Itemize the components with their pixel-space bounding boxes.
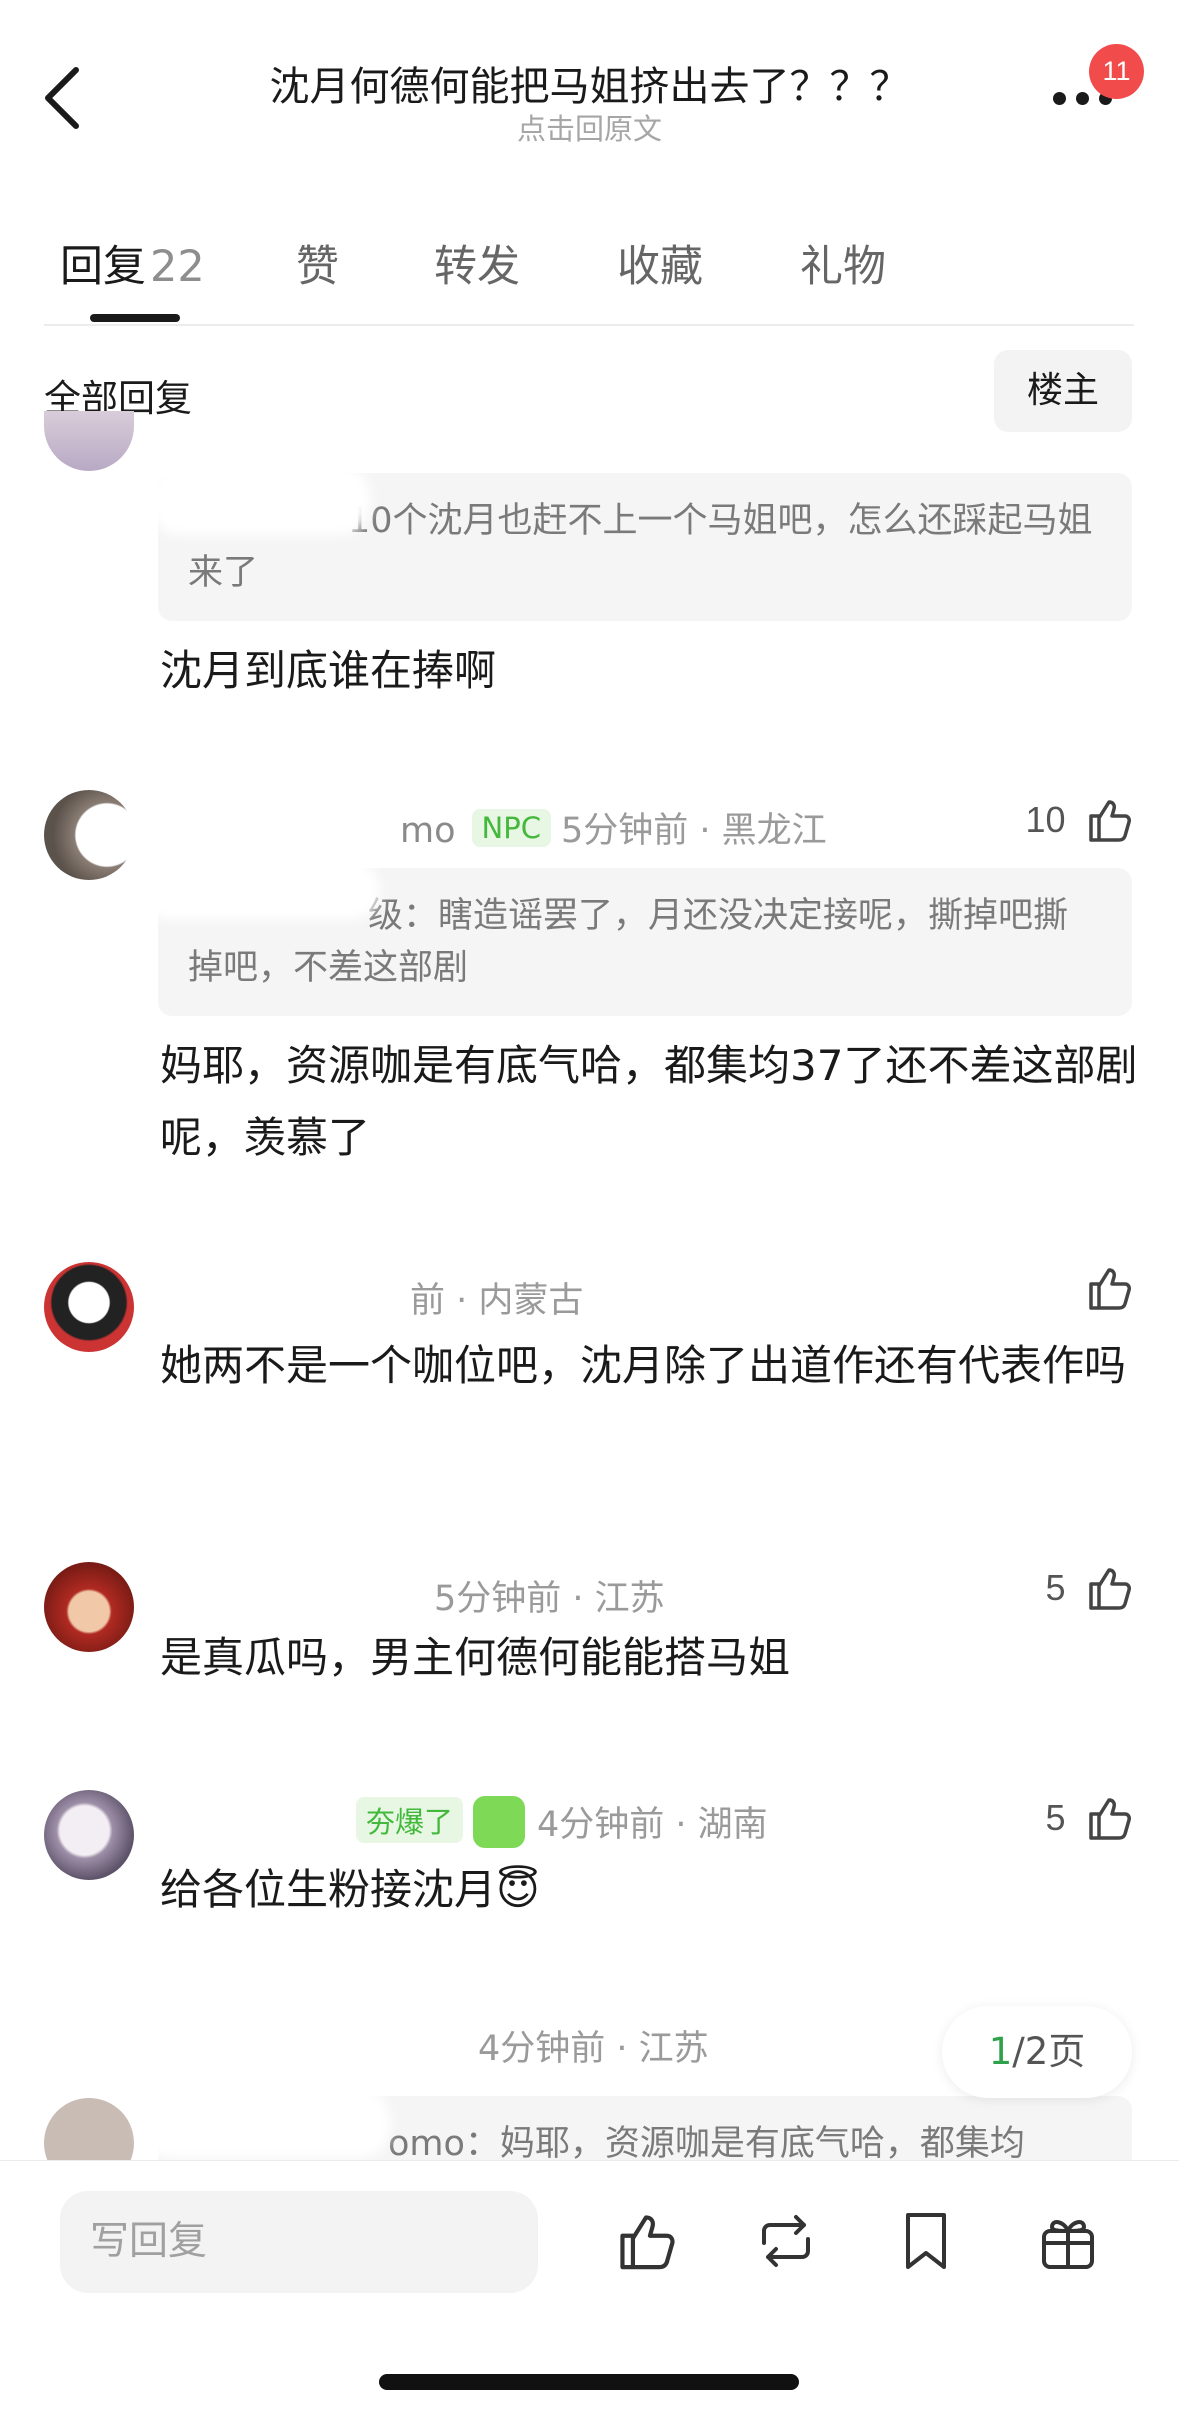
time-location: 4分钟前 · 湖南 [537,1805,768,1845]
total-pages: /2页 [1012,2030,1086,2073]
avatar[interactable] [44,790,134,880]
divider [44,324,1134,326]
back-to-original-link[interactable]: 点击回原文 [0,106,1179,148]
thumbs-up-icon [620,2215,675,2270]
comment-text: 沈月到底谁在捧啊 [160,646,497,695]
reply-count: 22 [150,242,205,292]
notification-badge: 11 [1089,44,1144,99]
like-count: 5 [1045,1567,1066,1608]
like-button[interactable] [1083,1262,1135,1318]
time-location: 前 · 内蒙古 [410,1281,584,1321]
user-tag: 夯爆了 [356,1797,464,1843]
privacy-blur [140,860,380,920]
more-dot-icon [1053,92,1066,105]
thumbs-up-icon [1089,800,1131,842]
avatar[interactable] [44,1262,134,1352]
more-dot-icon [1076,92,1089,105]
time-location: 5分钟前 · 江苏 [434,1579,665,1619]
tab-favorites[interactable]: 收藏 [617,232,703,294]
comment-item: 10个沈月也赶不上一个马姐吧，怎么还踩起马姐来了 沈月到底谁在捧啊 [0,411,1179,725]
privacy-blur [140,2088,390,2158]
header: 沈月何德何能把马姐挤出去了？？？ 点击回原文 11 [0,0,1179,160]
comment-meta: 前 · 内蒙古 [410,1272,583,1323]
home-indicator [379,2374,799,2390]
comment-meta: 5分钟前 · 江苏 [434,1570,665,1621]
comment-meta: mo NPC 5分钟前 · 黑龙江 [400,802,827,853]
comment-text: 是真瓜吗，男主何德何能能搭马姐 [160,1633,791,1682]
like-button[interactable]: 10 [1026,794,1136,850]
tab-bar: 回复22 赞 转发 收藏 礼物 [0,222,1179,322]
comment-text: 妈耶，资源咖是有底气哈，都集均37了还不差这部剧呢，羡慕了 [160,1041,1138,1162]
avatar[interactable] [44,411,134,471]
gift-button[interactable] [1034,2207,1102,2275]
thumbs-up-icon [1089,1568,1131,1610]
avatar[interactable] [44,1562,134,1652]
comment-item: 夯爆了 4分钟前 · 湖南 5 给各位生粉接沈月😇 [0,1790,1179,1960]
username[interactable]: mo [400,811,456,851]
tab-likes[interactable]: 赞 [296,232,339,294]
comment-text: 给各位生粉接沈月😇 [160,1865,540,1914]
comment-item: mo NPC 5分钟前 · 黑龙江 10 级：瞎造谣罢了，月还没决定接呢，撕掉吧撕掉… [0,790,1179,1190]
avatar[interactable] [44,1790,134,1880]
page-indicator[interactable]: 1/2页 [942,2006,1132,2098]
comment-meta: 夯爆了 4分钟前 · 湖南 [356,1796,768,1848]
like-count: 10 [1025,799,1066,840]
repost-button[interactable] [752,2207,820,2275]
current-page: 1 [988,2030,1013,2073]
repost-icon [762,2215,810,2267]
level-badge-icon [473,1796,526,1848]
quote-text: omo：妈耶，资源咖是有底气哈，都集均 [388,2124,1025,2160]
thumbs-up-icon [1089,1268,1131,1310]
op-only-button[interactable]: 楼主 [994,350,1132,432]
tab-gifts[interactable]: 礼物 [800,232,886,294]
comment-meta: 4分钟前 · 江苏 [478,2020,709,2071]
post-title[interactable]: 沈月何德何能把马姐挤出去了？？？ [0,54,1179,112]
comment-item: 5分钟前 · 江苏 5 是真瓜吗，男主何德何能能搭马姐 [0,1562,1179,1722]
like-count: 5 [1045,1797,1066,1838]
reply-input[interactable]: 写回复 [60,2191,538,2293]
time-location: 5分钟前 · 黑龙江 [560,811,827,851]
time-location: 4分钟前 · 江苏 [478,2029,709,2069]
like-button[interactable]: 5 [1046,1562,1135,1618]
tab-replies[interactable]: 回复22 [60,232,205,294]
avatar[interactable] [44,2098,134,2160]
bookmark-icon [906,2213,946,2269]
like-button[interactable]: 5 [1046,1792,1135,1848]
thumbs-up-icon [1089,1798,1131,1840]
user-tag: NPC [471,809,551,847]
tab-reposts[interactable]: 转发 [434,232,520,294]
bookmark-button[interactable] [892,2207,960,2275]
tab-label: 回复 [60,242,146,292]
comment-text: 她两不是一个咖位吧，沈月除了出道作还有代表作吗 [160,1341,1127,1390]
gift-icon [1042,2220,1094,2269]
comment-item: 前 · 内蒙古 她两不是一个咖位吧，沈月除了出道作还有代表作吗 [0,1262,1179,1492]
active-tab-indicator [90,314,180,322]
like-post-button[interactable] [612,2207,680,2275]
privacy-blur [150,465,370,535]
